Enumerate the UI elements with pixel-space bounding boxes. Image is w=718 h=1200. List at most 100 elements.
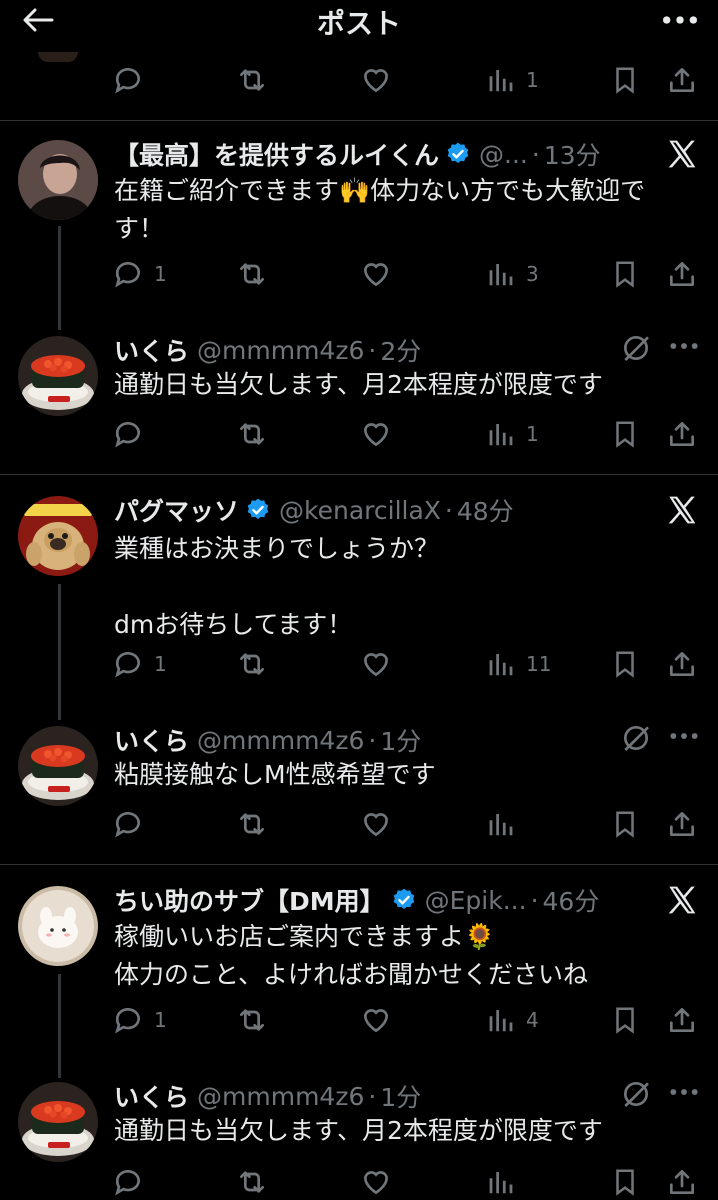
repost-button[interactable] (236, 806, 268, 842)
avatar[interactable] (18, 140, 98, 220)
avatar[interactable] (18, 496, 98, 576)
post-header: パグマッソ @kenarcillaX · 48分 (114, 492, 514, 528)
post-header: ちい助のサブ【DM用】 @Epik... · 46分 (114, 882, 599, 918)
more-options-icon[interactable] (668, 1084, 704, 1108)
repost-button[interactable] (236, 1002, 268, 1038)
post-text-line: 稼働いいお店ご案内できますよ🌻 (114, 922, 496, 951)
share-button[interactable] (666, 1164, 698, 1200)
handle[interactable]: @Epik... (425, 886, 527, 915)
like-button[interactable] (360, 1164, 392, 1200)
divider (0, 864, 718, 865)
avatar[interactable] (18, 336, 98, 416)
avatar[interactable] (18, 726, 98, 806)
thread-line (58, 226, 61, 330)
views-button[interactable] (486, 1164, 516, 1200)
views-button[interactable]: 4 (486, 1002, 539, 1038)
verified-badge-icon (445, 141, 471, 167)
repost-button[interactable] (236, 416, 268, 452)
separator: · (368, 1081, 377, 1111)
hidden-reply-icon[interactable] (620, 1078, 656, 1114)
repost-button[interactable] (236, 646, 268, 682)
like-button[interactable] (360, 62, 392, 98)
share-button[interactable] (666, 62, 698, 98)
display-name[interactable]: ちい助のサブ【DM用】 (114, 882, 385, 918)
bookmark-button[interactable] (610, 62, 640, 98)
share-button[interactable] (666, 256, 698, 292)
bookmark-button[interactable] (610, 806, 640, 842)
x-logo-icon (666, 884, 698, 916)
display-name[interactable]: いくら (114, 722, 189, 758)
action-bar: 1 11 (112, 646, 702, 682)
post-text-line: 体力のこと、よければお聞かせくださいね (114, 960, 589, 989)
views-button[interactable]: 11 (486, 646, 551, 682)
views-count: 4 (526, 1008, 539, 1032)
more-options-icon[interactable] (660, 6, 700, 34)
repost-button[interactable] (236, 256, 268, 292)
share-button[interactable] (666, 806, 698, 842)
handle[interactable]: @mmmm4z6 (197, 726, 364, 755)
reply-count: 1 (154, 1008, 167, 1032)
more-options-icon[interactable] (668, 338, 704, 362)
handle[interactable]: @... (479, 140, 528, 169)
post-header: いくら @mmmm4z6 · 1分 (114, 722, 421, 758)
avatar[interactable] (18, 886, 98, 966)
like-button[interactable] (360, 806, 392, 842)
views-count: 11 (526, 652, 552, 676)
display-name[interactable]: いくら (114, 1078, 189, 1114)
action-bar: 1 3 (112, 256, 702, 292)
views-button[interactable]: 1 (486, 416, 539, 452)
bookmark-button[interactable] (610, 646, 640, 682)
timestamp[interactable]: 48分 (457, 492, 514, 528)
views-button[interactable]: 3 (486, 256, 539, 292)
more-options-icon[interactable] (668, 728, 704, 752)
x-logo-icon (666, 494, 698, 526)
hidden-reply-icon[interactable] (620, 722, 656, 758)
reply-button[interactable] (112, 62, 144, 98)
display-name[interactable]: パグマッソ (114, 492, 239, 528)
timestamp[interactable]: 2分 (380, 332, 421, 368)
avatar[interactable] (18, 1082, 98, 1162)
verified-badge-icon (391, 887, 417, 913)
divider (0, 474, 718, 475)
hidden-reply-icon[interactable] (620, 332, 656, 368)
repost-button[interactable] (236, 1164, 268, 1200)
display-name[interactable]: 【最高】を提供するルイくん (114, 136, 439, 172)
views-count: 1 (526, 422, 539, 446)
handle[interactable]: @kenarcillaX (279, 496, 441, 525)
like-button[interactable] (360, 646, 392, 682)
handle[interactable]: @mmmm4z6 (197, 336, 364, 365)
repost-button[interactable] (236, 62, 268, 98)
reply-button[interactable] (112, 416, 144, 452)
share-button[interactable] (666, 416, 698, 452)
action-bar: 1 4 (112, 1002, 702, 1038)
views-button[interactable] (486, 806, 516, 842)
post-text-line: dmお待ちしてます！ (114, 610, 353, 639)
reply-button[interactable]: 1 (112, 1002, 167, 1038)
timestamp[interactable]: 1分 (380, 1078, 421, 1114)
like-button[interactable] (360, 256, 392, 292)
timestamp[interactable]: 1分 (380, 722, 421, 758)
post-text-line: す！ (114, 214, 165, 243)
reply-button[interactable] (112, 806, 144, 842)
share-button[interactable] (666, 1002, 698, 1038)
bookmark-button[interactable] (610, 256, 640, 292)
timestamp[interactable]: 46分 (543, 882, 600, 918)
separator: · (531, 139, 540, 169)
post-header: いくら @mmmm4z6 · 1分 (114, 1078, 421, 1114)
reply-button[interactable]: 1 (112, 646, 167, 682)
handle[interactable]: @mmmm4z6 (197, 1082, 364, 1111)
like-button[interactable] (360, 1002, 392, 1038)
separator: · (530, 885, 539, 915)
display-name[interactable]: いくら (114, 332, 189, 368)
views-button[interactable]: 1 (486, 62, 539, 98)
bookmark-button[interactable] (610, 416, 640, 452)
share-button[interactable] (666, 646, 698, 682)
timestamp[interactable]: 13分 (544, 136, 601, 172)
reply-button[interactable] (112, 1164, 144, 1200)
bookmark-button[interactable] (610, 1164, 640, 1200)
bookmark-button[interactable] (610, 1002, 640, 1038)
page-title: ポスト (316, 7, 401, 40)
post-text: 業種はお決まりでしょうか？ dmお待ちしてます！ (114, 530, 684, 644)
like-button[interactable] (360, 416, 392, 452)
reply-button[interactable]: 1 (112, 256, 167, 292)
